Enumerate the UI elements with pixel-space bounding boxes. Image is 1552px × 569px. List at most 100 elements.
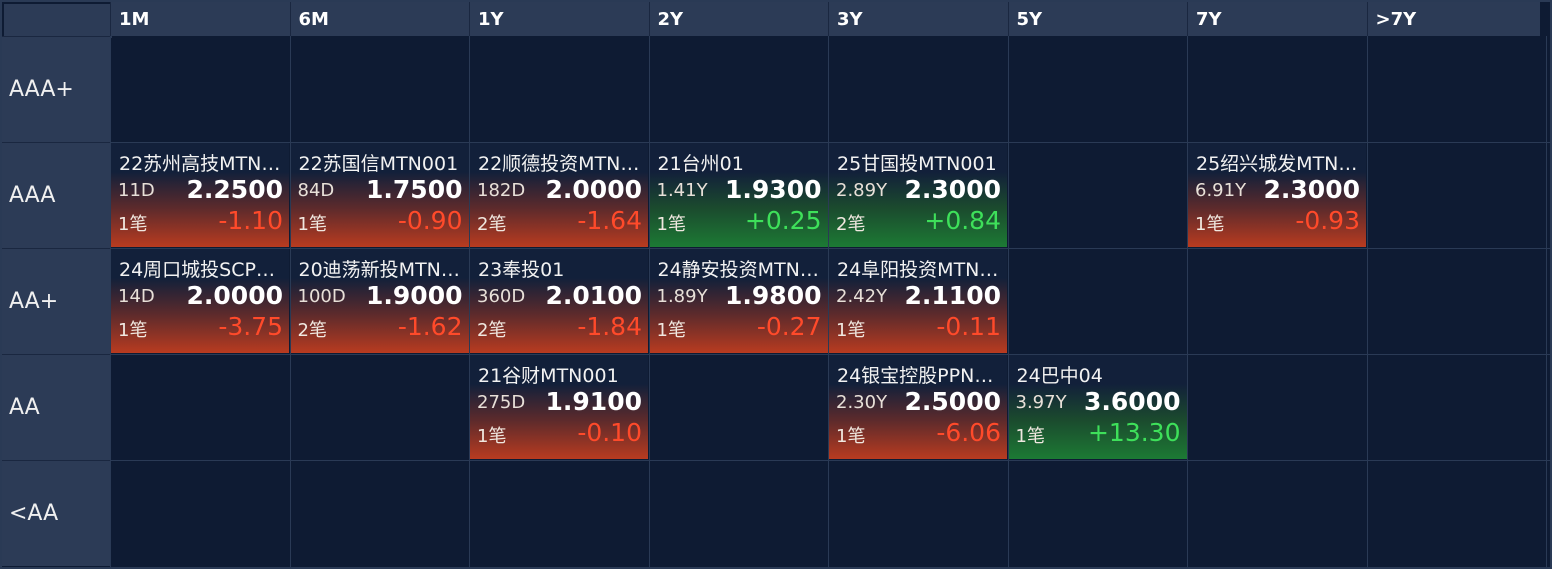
- bond-price: 1.7500: [366, 175, 463, 204]
- bond-term: 100D: [297, 286, 346, 307]
- bond-card[interactable]: 21谷财MTN001 275D 1.9100 1笔 -0.10: [470, 355, 648, 459]
- bond-term: 275D: [477, 392, 526, 413]
- price-change: -1.10: [218, 206, 283, 235]
- bond-card[interactable]: 25甘国投MTN001 2.89Y 2.3000 2笔 +0.84: [829, 143, 1007, 247]
- bond-name: 25绍兴城发MTN001: [1196, 153, 1360, 175]
- bond-card[interactable]: 23奉投01 360D 2.0100 2笔 -1.84: [470, 249, 648, 353]
- bond-price: 2.5000: [904, 387, 1001, 416]
- bond-term: 2.89Y: [836, 180, 888, 201]
- bond-name: 24阜阳投资MTN001: [837, 259, 1001, 281]
- column-header-2[interactable]: 1Y: [469, 2, 649, 36]
- bond-name: 24银宝控股PPN001: [837, 365, 1001, 387]
- price-change: -0.11: [936, 312, 1001, 341]
- bond-name: 20迪荡新投MTN001: [298, 259, 463, 281]
- trade-count: 2笔: [297, 320, 327, 341]
- trade-count: 1笔: [656, 214, 686, 235]
- bond-term: 2.42Y: [836, 286, 888, 307]
- bond-price: 2.0100: [545, 281, 642, 310]
- bond-card[interactable]: 22顺德投资MTN001 182D 2.0000 2笔 -1.64: [470, 143, 648, 247]
- bond-price: 1.9300: [725, 175, 822, 204]
- trade-count: 1笔: [1195, 214, 1225, 235]
- column-header-4[interactable]: 3Y: [828, 2, 1008, 36]
- price-change: -0.93: [1295, 206, 1360, 235]
- bond-term: 11D: [118, 180, 155, 201]
- trade-count: 1笔: [836, 426, 866, 447]
- trade-count: 1笔: [1015, 426, 1045, 447]
- bond-card[interactable]: 24银宝控股PPN001 2.30Y 2.5000 1笔 -6.06: [829, 355, 1007, 459]
- trade-count: 1笔: [118, 214, 148, 235]
- bond-card[interactable]: 22苏州高技MTN001 11D 2.2500 1笔 -1.10: [111, 143, 289, 247]
- price-change: -6.06: [936, 418, 1001, 447]
- grid-line-vertical: [1007, 36, 1009, 567]
- bond-name: 24周口城投SCP001: [119, 259, 283, 281]
- row-label-1[interactable]: AAA: [2, 142, 110, 248]
- bond-name: 21台州01: [657, 153, 744, 175]
- bond-price: 2.3000: [904, 175, 1001, 204]
- bond-price: 2.2500: [186, 175, 283, 204]
- price-change: -3.75: [218, 312, 283, 341]
- trade-count: 2笔: [477, 214, 507, 235]
- header-corner: [4, 4, 112, 38]
- row-label-4[interactable]: <AA: [2, 460, 110, 566]
- bond-term: 1.41Y: [656, 180, 708, 201]
- bond-name: 25甘国投MTN001: [837, 153, 997, 175]
- bond-price: 1.9000: [366, 281, 463, 310]
- bond-card[interactable]: 24巴中04 3.97Y 3.6000 1笔 +13.30: [1008, 355, 1187, 459]
- bond-term: 3.97Y: [1015, 392, 1067, 413]
- grid-line-horizontal: [110, 460, 1550, 461]
- trade-count: 2笔: [477, 320, 507, 341]
- grid-line-vertical: [1366, 36, 1368, 567]
- bond-name: 24静安投资MTN001: [657, 259, 822, 281]
- bond-name: 24巴中04: [1016, 365, 1103, 387]
- row-label-2[interactable]: AA+: [2, 248, 110, 354]
- trade-count: 2笔: [836, 214, 866, 235]
- bond-card[interactable]: 24阜阳投资MTN001 2.42Y 2.1100 1笔 -0.11: [829, 249, 1007, 353]
- bond-name: 23奉投01: [478, 259, 565, 281]
- bond-name: 22苏国信MTN001: [298, 153, 459, 175]
- column-header-5[interactable]: 5Y: [1007, 2, 1187, 36]
- bond-term: 14D: [118, 286, 155, 307]
- trade-count: 1笔: [656, 320, 686, 341]
- bond-term: 360D: [477, 286, 526, 307]
- bond-term: 6.91Y: [1195, 180, 1247, 201]
- row-label-0[interactable]: AAA+: [2, 36, 110, 142]
- trade-count: 1笔: [297, 214, 327, 235]
- bond-price: 2.3000: [1263, 175, 1360, 204]
- price-change: +0.84: [924, 206, 1001, 235]
- bond-price: 3.6000: [1084, 387, 1181, 416]
- bond-card[interactable]: 25绍兴城发MTN001 6.91Y 2.3000 1笔 -0.93: [1188, 143, 1366, 247]
- trade-count: 1笔: [836, 320, 866, 341]
- price-change: -1.62: [397, 312, 463, 341]
- price-change: -1.84: [577, 312, 642, 341]
- column-header-7[interactable]: >7Y: [1366, 2, 1540, 36]
- column-header-3[interactable]: 2Y: [648, 2, 828, 36]
- bond-price: 1.9800: [725, 281, 822, 310]
- row-label-3[interactable]: AA: [2, 354, 110, 460]
- bond-term: 182D: [477, 180, 526, 201]
- trade-count: 1笔: [477, 426, 507, 447]
- column-header-6[interactable]: 7Y: [1187, 2, 1367, 36]
- bond-card[interactable]: 20迪荡新投MTN001 100D 1.9000 2笔 -1.62: [290, 249, 469, 353]
- price-change: -1.64: [577, 206, 642, 235]
- bond-name: 22顺德投资MTN001: [478, 153, 642, 175]
- price-change: -0.90: [397, 206, 463, 235]
- bond-name: 22苏州高技MTN001: [119, 153, 283, 175]
- bond-price: 2.0000: [186, 281, 283, 310]
- bond-term: 1.89Y: [656, 286, 708, 307]
- bond-term: 2.30Y: [836, 392, 888, 413]
- grid-line-vertical: [1187, 36, 1188, 567]
- price-change: -0.10: [577, 418, 642, 447]
- bond-price: 2.0000: [545, 175, 642, 204]
- price-change: +13.30: [1087, 418, 1181, 447]
- column-header-0[interactable]: 1M: [110, 2, 290, 36]
- bond-card[interactable]: 21台州01 1.41Y 1.9300 1笔 +0.25: [649, 143, 828, 247]
- column-header-1[interactable]: 6M: [289, 2, 469, 36]
- trade-count: 1笔: [118, 320, 148, 341]
- bond-card[interactable]: 24周口城投SCP001 14D 2.0000 1笔 -3.75: [111, 249, 289, 353]
- bond-term: 84D: [297, 180, 335, 201]
- bond-price: 1.9100: [545, 387, 642, 416]
- bond-card[interactable]: 24静安投资MTN001 1.89Y 1.9800 1笔 -0.27: [649, 249, 828, 353]
- grid-line-vertical: [1546, 36, 1547, 567]
- bond-price: 2.1100: [904, 281, 1001, 310]
- bond-card[interactable]: 22苏国信MTN001 84D 1.7500 1笔 -0.90: [290, 143, 469, 247]
